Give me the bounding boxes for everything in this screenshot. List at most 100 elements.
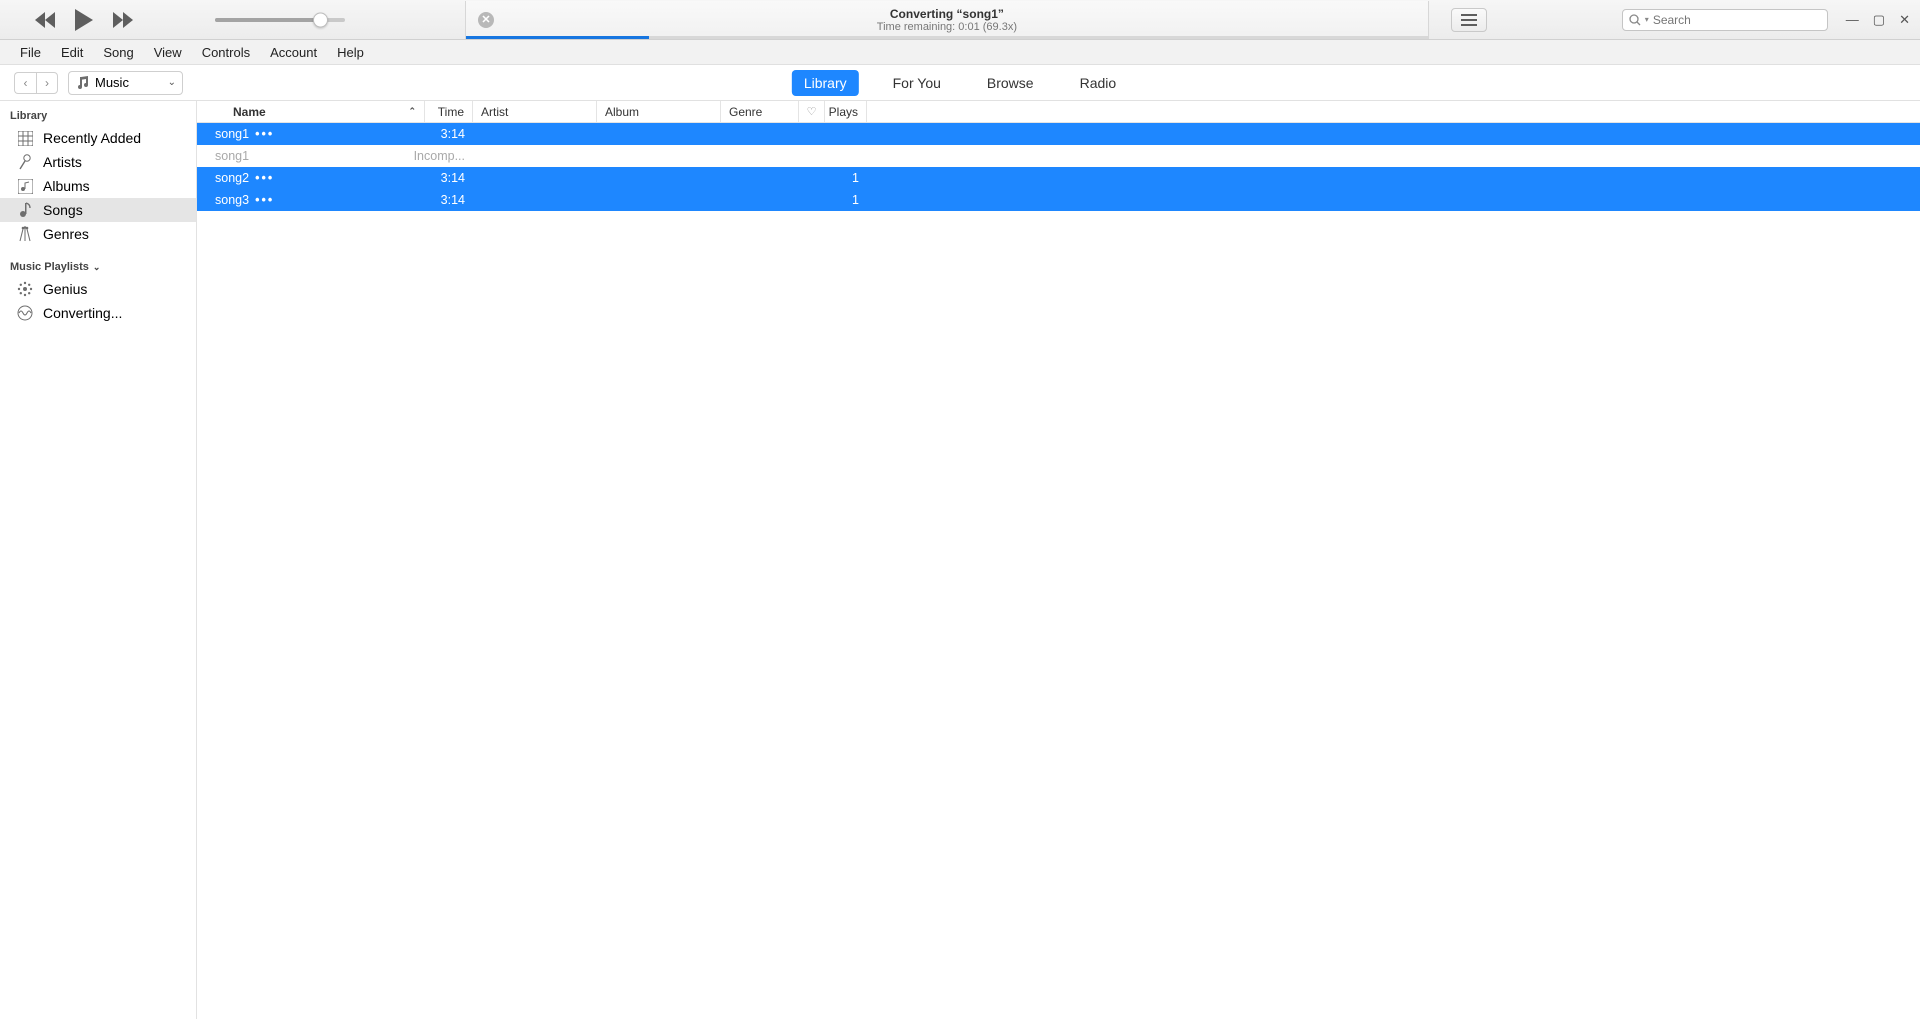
row-actions-button[interactable]: ••• [255,193,274,207]
col-plays[interactable]: Plays [825,101,867,122]
song-love[interactable] [799,123,825,145]
next-button[interactable] [113,12,135,28]
tab-browse[interactable]: Browse [975,70,1046,96]
main-tabs: Library For You Browse Radio [792,70,1128,96]
nav-forward-button[interactable]: › [36,72,58,94]
nav-back-button[interactable]: ‹ [14,72,36,94]
songs-table: Name ⌃ Time Artist Album Genre ♡ Plays s… [197,101,1920,1019]
menu-song[interactable]: Song [93,45,143,60]
search-dropdown-icon[interactable]: ▾ [1645,15,1649,24]
search-input[interactable] [1653,13,1821,27]
main-body: Library Recently Added Artists Albums So… [0,101,1920,1019]
song-album [597,123,721,145]
song-time: 3:14 [425,189,473,211]
song-plays [825,145,867,167]
song-name: song1 [215,127,249,141]
row-actions-button[interactable]: ••• [255,127,274,141]
up-next-button[interactable] [1451,8,1487,32]
sidebar-item-recently-added[interactable]: Recently Added [0,126,196,150]
song-artist [473,123,597,145]
lcd-subtitle: Time remaining: 0:01 (69.3x) [877,21,1017,33]
volume-slider[interactable] [215,18,345,22]
sidebar-item-artists[interactable]: Artists [0,150,196,174]
song-artist [473,189,597,211]
col-name[interactable]: Name ⌃ [215,101,425,122]
menu-view[interactable]: View [144,45,192,60]
col-spacer [867,101,1920,122]
sidebar-item-label: Recently Added [43,130,141,146]
col-album[interactable]: Album [597,101,721,122]
song-love[interactable] [799,145,825,167]
song-time: 3:14 [425,123,473,145]
music-note-icon [77,76,89,90]
col-love[interactable]: ♡ [799,101,825,122]
menu-controls[interactable]: Controls [192,45,260,60]
table-row[interactable]: song3 ••• 3:14 1 [197,189,1920,211]
song-genre [721,123,799,145]
menu-help[interactable]: Help [327,45,374,60]
minimize-button[interactable]: — [1846,12,1859,28]
sidebar-item-albums[interactable]: Albums [0,174,196,198]
song-album [597,189,721,211]
song-plays: 1 [825,167,867,189]
maximize-button[interactable]: ▢ [1873,12,1885,28]
microphone-icon [16,154,34,170]
song-love[interactable] [799,189,825,211]
play-button[interactable] [75,9,95,31]
table-row[interactable]: song1 ••• 3:14 [197,123,1920,145]
table-header: Name ⌃ Time Artist Album Genre ♡ Plays [197,101,1920,123]
tab-for-you[interactable]: For You [881,70,953,96]
sidebar-item-label: Albums [43,178,90,194]
lcd-title: Converting “song1” [890,7,1004,21]
songs-rows: song1•••3:14song1Incomp...song2•••3:141s… [197,123,1920,1019]
waveform-icon [16,305,34,321]
col-status[interactable] [197,101,215,122]
song-genre [721,145,799,167]
menu-bar: File Edit Song View Controls Account Hel… [0,40,1920,65]
sidebar-playlists-header[interactable]: Music Playlists ⌄ [0,258,196,277]
previous-button[interactable] [35,12,57,28]
col-artist[interactable]: Artist [473,101,597,122]
song-artist [473,145,597,167]
search-field[interactable]: ▾ [1622,9,1828,31]
tab-radio[interactable]: Radio [1068,70,1129,96]
sidebar-playlist-genius[interactable]: Genius [0,277,196,301]
song-name: song3 [215,193,249,207]
song-love[interactable] [799,167,825,189]
col-genre[interactable]: Genre [721,101,799,122]
media-picker[interactable]: Music ⌄ [68,71,183,95]
menu-account[interactable]: Account [260,45,327,60]
guitar-icon [16,226,34,242]
sidebar-playlist-converting[interactable]: Converting... [0,301,196,325]
song-album [597,145,721,167]
sidebar-item-songs[interactable]: Songs [0,198,196,222]
volume-thumb[interactable] [313,12,328,27]
table-row[interactable]: song1Incomp... [197,145,1920,167]
genius-icon [16,281,34,297]
song-genre [721,189,799,211]
sidebar-item-genres[interactable]: Genres [0,222,196,246]
heart-icon: ♡ [807,105,817,118]
row-actions-button[interactable]: ••• [255,171,274,185]
menu-edit[interactable]: Edit [51,45,93,60]
sidebar-library-header: Library [0,107,196,126]
search-icon [1629,14,1641,26]
player-bar: ✕ Converting “song1” Time remaining: 0:0… [0,0,1920,40]
song-artist [473,167,597,189]
close-button[interactable]: ✕ [1899,12,1910,28]
nav-arrows: ‹ › [14,72,58,94]
song-plays: 1 [825,189,867,211]
music-note-icon [16,202,34,218]
tab-library[interactable]: Library [792,70,859,96]
song-name: song1 [215,149,249,163]
col-time[interactable]: Time [425,101,473,122]
cancel-conversion-button[interactable]: ✕ [478,12,494,28]
status-lcd: ✕ Converting “song1” Time remaining: 0:0… [465,1,1429,39]
song-name: song2 [215,171,249,185]
sort-asc-icon: ⌃ [408,106,416,117]
sidebar-item-label: Genius [43,281,87,297]
menu-file[interactable]: File [10,45,51,60]
navigation-toolbar: ‹ › Music ⌄ Library For You Browse Radio [0,65,1920,101]
grid-icon [16,131,34,146]
table-row[interactable]: song2•••3:141 [197,167,1920,189]
